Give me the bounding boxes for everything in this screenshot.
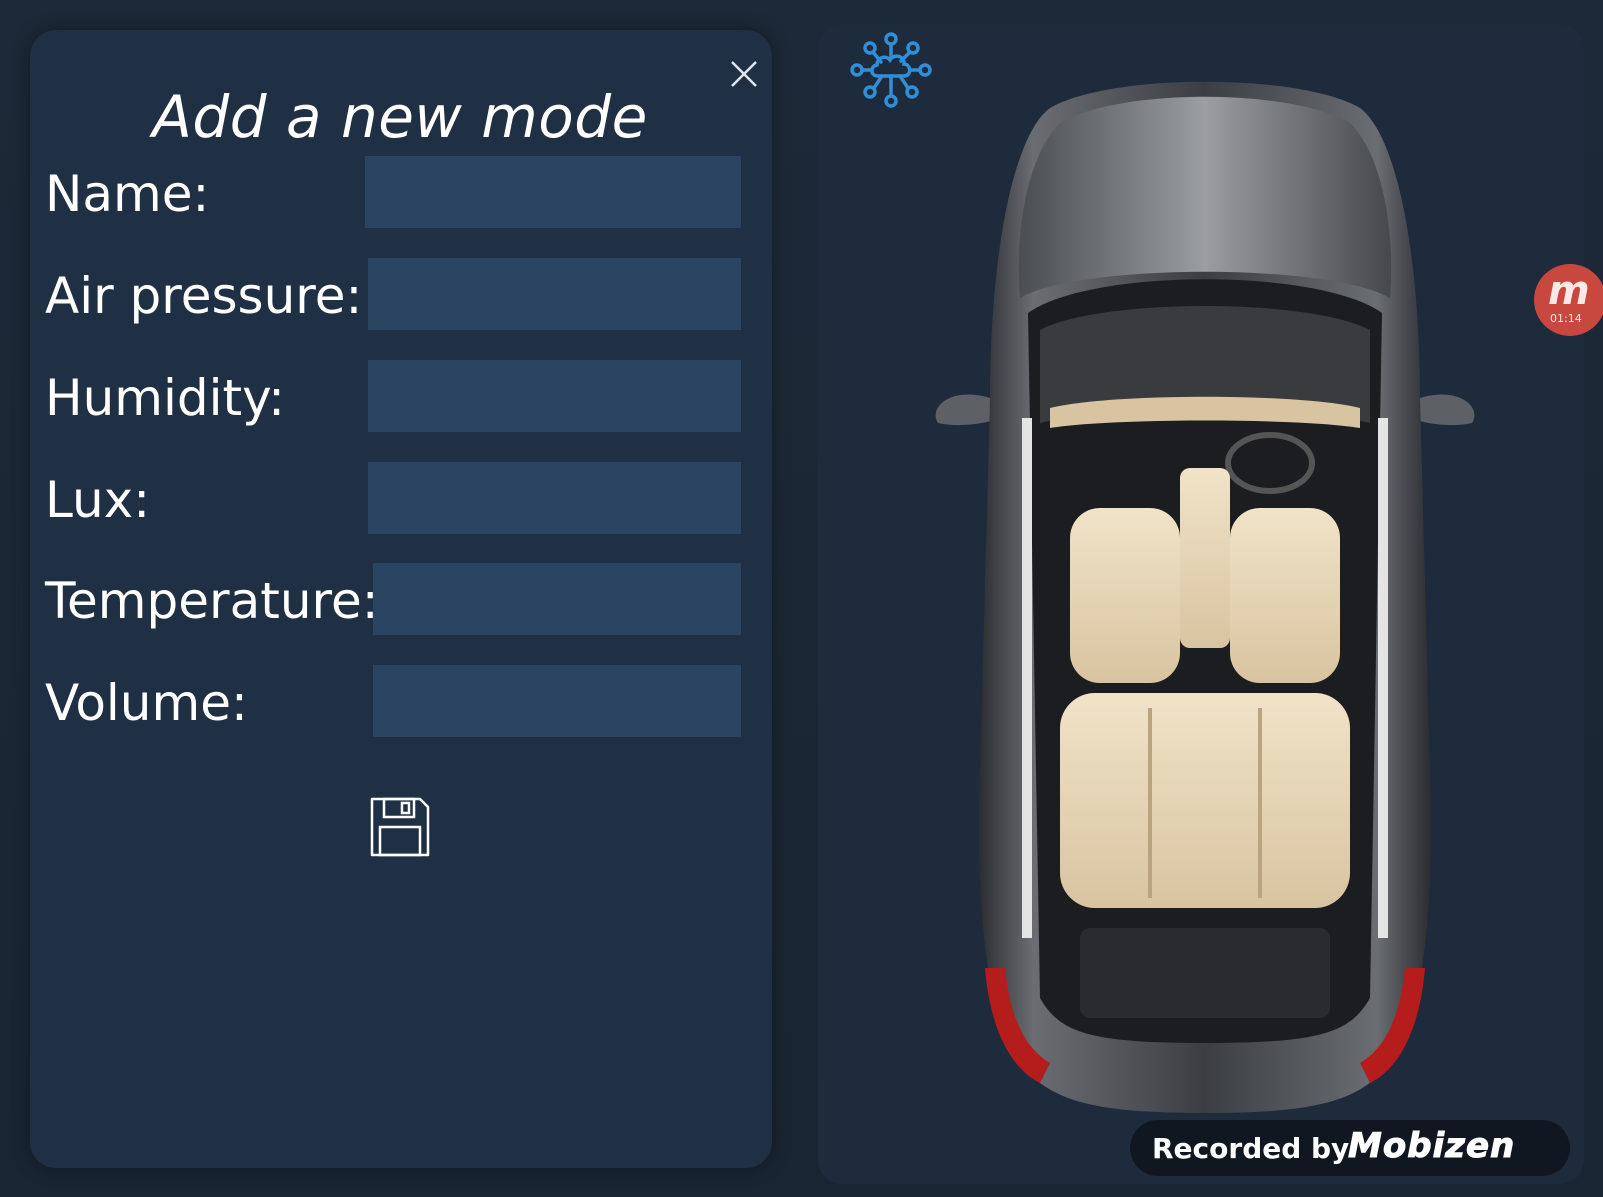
- car-image: [935, 81, 1475, 1113]
- recorder-logo: m: [1548, 268, 1590, 314]
- watermark-text: Recorded by: [1152, 1132, 1350, 1165]
- volume-label: Volume:: [45, 674, 248, 732]
- volume-input[interactable]: [373, 665, 741, 737]
- floppy-disk-icon[interactable]: [368, 795, 432, 859]
- recording-watermark: Recorded by Mobizen: [1130, 1120, 1570, 1176]
- temperature-label: Temperature:: [45, 572, 379, 630]
- recorder-button[interactable]: m 01:14: [1534, 264, 1603, 336]
- air-pressure-label: Air pressure:: [45, 267, 363, 325]
- humidity-label: Humidity:: [45, 369, 285, 427]
- name-label: Name:: [45, 165, 210, 223]
- app-screen: Add a new mode Name: Air pressure: Humid…: [0, 0, 1603, 1197]
- air-pressure-input[interactable]: [368, 258, 741, 330]
- lux-input[interactable]: [368, 462, 741, 534]
- watermark-brand: Mobizen: [1347, 1126, 1516, 1167]
- name-input[interactable]: [365, 156, 741, 228]
- recorder-time: 01:14: [1550, 312, 1582, 325]
- add-mode-dialog: Add a new mode Name: Air pressure: Humid…: [30, 30, 772, 1168]
- lux-label: Lux:: [45, 471, 151, 529]
- cloud-network-icon[interactable]: [850, 30, 932, 110]
- humidity-input[interactable]: [368, 360, 741, 432]
- close-icon[interactable]: [724, 54, 764, 94]
- temperature-input[interactable]: [373, 563, 741, 635]
- dialog-title: Add a new mode: [152, 83, 648, 151]
